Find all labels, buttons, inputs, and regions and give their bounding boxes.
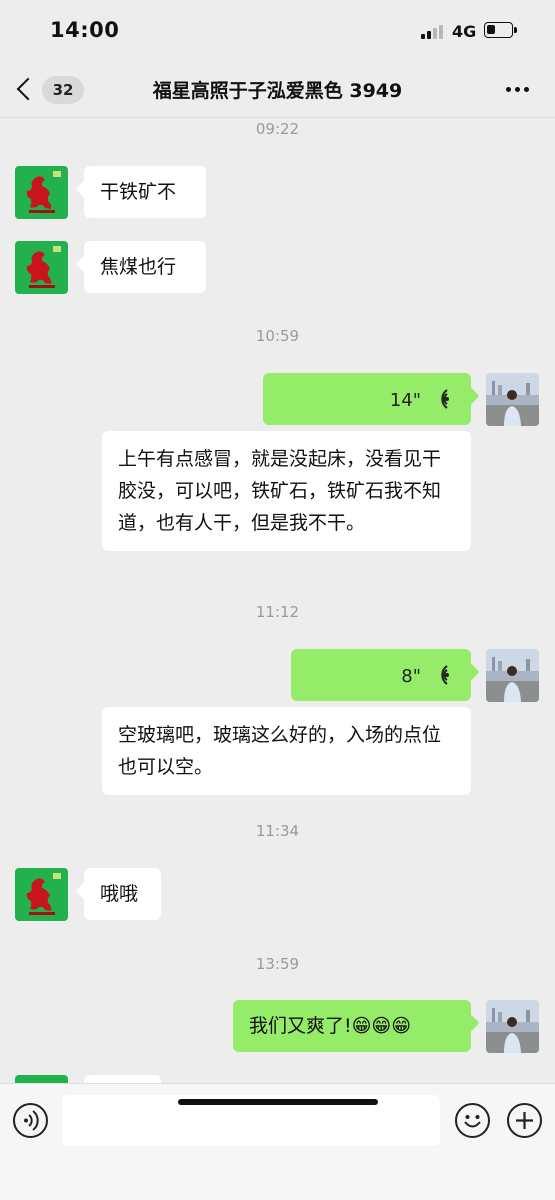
message-text: 焦煤也行 [100, 256, 177, 278]
chat-title: 福星高照于子泓爱黑色 3949 [152, 80, 403, 102]
user-photo-icon [486, 1000, 539, 1053]
user-photo-icon [486, 649, 539, 702]
status-time: 14:00 [50, 18, 120, 42]
ellipsis-icon [506, 87, 511, 92]
contact-avatar[interactable] [15, 241, 68, 294]
battery-icon [484, 22, 517, 38]
unread-count-badge: 32 [42, 76, 84, 104]
contact-avatar[interactable] [15, 1075, 68, 1083]
voice-message-bubble[interactable]: 8" [291, 649, 471, 701]
voice-mode-button[interactable] [13, 1103, 48, 1138]
message-timestamp: 09:22 [255, 120, 300, 138]
plus-icon [516, 1112, 533, 1129]
voice-wave-icon [441, 389, 449, 409]
message-bubble-incoming[interactable]: 焦煤也行 [84, 241, 206, 293]
message-text: 干铁矿不 [100, 181, 177, 203]
network-type: 4G [452, 22, 477, 41]
emoji-icon [464, 1115, 481, 1128]
more-options-button[interactable] [500, 78, 536, 100]
message-bubble-incoming[interactable]: 干铁矿不 [84, 166, 206, 218]
my-avatar[interactable] [486, 649, 539, 702]
message-timestamp: 11:12 [255, 603, 300, 621]
home-indicator [178, 1099, 378, 1105]
voice-wave-icon [441, 665, 449, 685]
voice-duration: 8" [401, 666, 421, 687]
message-timestamp: 13:59 [255, 955, 300, 973]
voice-transcript: 上午有点感冒，就是没起床，没看见干胶没，可以吧，铁矿石，铁矿石我不知道，也有人干… [102, 431, 471, 551]
contact-avatar[interactable] [15, 868, 68, 921]
contact-avatar[interactable] [15, 166, 68, 219]
cellular-signal-icon [421, 25, 445, 39]
message-timestamp: 10:59 [255, 327, 300, 345]
dragon-logo-icon [26, 246, 61, 288]
chevron-left-icon [16, 77, 40, 101]
dragon-logo-icon [26, 171, 61, 213]
my-avatar[interactable] [486, 373, 539, 426]
status-bar: 14:00 4G [0, 0, 555, 60]
message-bubble-outgoing[interactable]: 我们又爽了!😁😁😁 [233, 1000, 471, 1052]
more-functions-button[interactable] [507, 1103, 542, 1138]
voice-message-bubble[interactable]: 14" [263, 373, 471, 425]
message-bubble-incoming[interactable] [84, 1075, 161, 1083]
emoji-button[interactable] [455, 1103, 490, 1138]
back-button[interactable]: 32 [10, 68, 90, 110]
message-list[interactable]: 09:22 干铁矿不 焦煤也行 10:59 14" 上午有点感冒，就是没起床，没… [0, 119, 555, 1083]
chat-header: 32 福星高照于子泓爱黑色 3949 [0, 60, 555, 118]
voice-transcript: 空玻璃吧，玻璃这么好的，入场的点位也可以空。 [102, 707, 471, 795]
message-text: 哦哦 [100, 883, 139, 905]
message-bubble-incoming[interactable]: 哦哦 [84, 868, 161, 920]
user-photo-icon [486, 373, 539, 426]
voice-duration: 14" [389, 390, 421, 411]
my-avatar[interactable] [486, 1000, 539, 1053]
message-timestamp: 11:34 [255, 822, 300, 840]
voice-mode-icon [24, 1110, 39, 1131]
dragon-logo-icon [26, 873, 61, 915]
message-text: 我们又爽了!😁😁😁 [249, 1015, 412, 1037]
